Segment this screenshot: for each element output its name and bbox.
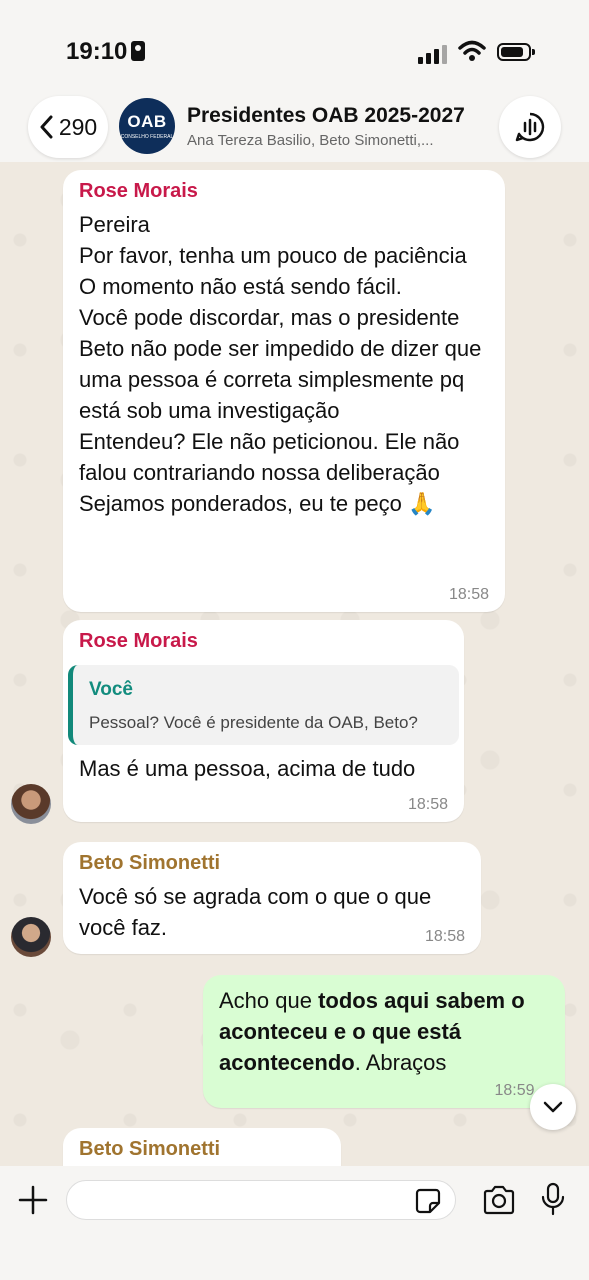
message-time: 18:58 [424,928,465,945]
back-button[interactable]: 290 [28,96,108,158]
message-text: Pereira Por favor, tenha um pouco de pac… [79,212,482,516]
message-text: Você só se agrada com o que o que você f… [79,884,432,940]
battery-icon [497,43,535,61]
voice-chat-icon [515,112,545,142]
status-time: 19:10 [66,38,146,66]
message-text: Acho que todos aqui sabem o aconteceu e … [219,988,525,1075]
outgoing-message-bubble[interactable]: Acho que todos aqui sabem o aconteceu e … [203,975,565,1108]
voice-chat-button[interactable] [499,96,561,158]
sender-name: Rose Morais [79,180,198,202]
message-time: 18:58 [407,796,448,813]
status-bar: 19:10 [0,0,589,100]
sender-name: Rose Morais [79,630,198,652]
message-input[interactable] [66,1180,456,1220]
chevron-left-icon [40,115,53,139]
plus-icon[interactable] [18,1185,48,1215]
microphone-icon[interactable] [540,1182,566,1216]
message-bubble[interactable]: Rose Morais Você Pessoal? Você é preside… [63,620,464,822]
focus-icon [131,41,146,61]
scroll-to-bottom-button[interactable] [530,1084,576,1130]
unread-count: 290 [58,113,98,140]
message-bubble[interactable]: Rose Morais Pereira Por favor, tenha um … [63,170,505,612]
sender-avatar[interactable] [11,917,51,957]
message-time: 18:58 [448,586,489,603]
group-members[interactable]: Ana Tereza Basilio, Beto Simonetti,... [187,132,477,149]
quote-author: Você [89,679,134,700]
group-avatar[interactable]: OAB CONSELHO FEDERAL [119,98,175,154]
sender-name: Beto Simonetti [79,852,221,874]
sender-name: Beto Simonetti [79,1138,221,1160]
quote-text: Pessoal? Você é presidente da OAB, Beto? [89,713,418,732]
camera-icon[interactable] [482,1185,516,1215]
sender-avatar[interactable] [11,784,51,824]
cellular-signal-icon [418,44,448,64]
quoted-message[interactable]: Você Pessoal? Você é presidente da OAB, … [68,665,459,745]
chevron-down-icon [543,1101,563,1113]
message-bubble[interactable]: Beto Simonetti Você só se agrada com o q… [63,842,481,954]
group-title[interactable]: Presidentes OAB 2025-2027 [187,104,465,128]
message-text: Mas é uma pessoa, acima de tudo [79,756,416,781]
sticker-icon[interactable] [415,1188,441,1214]
wifi-icon [458,40,486,61]
